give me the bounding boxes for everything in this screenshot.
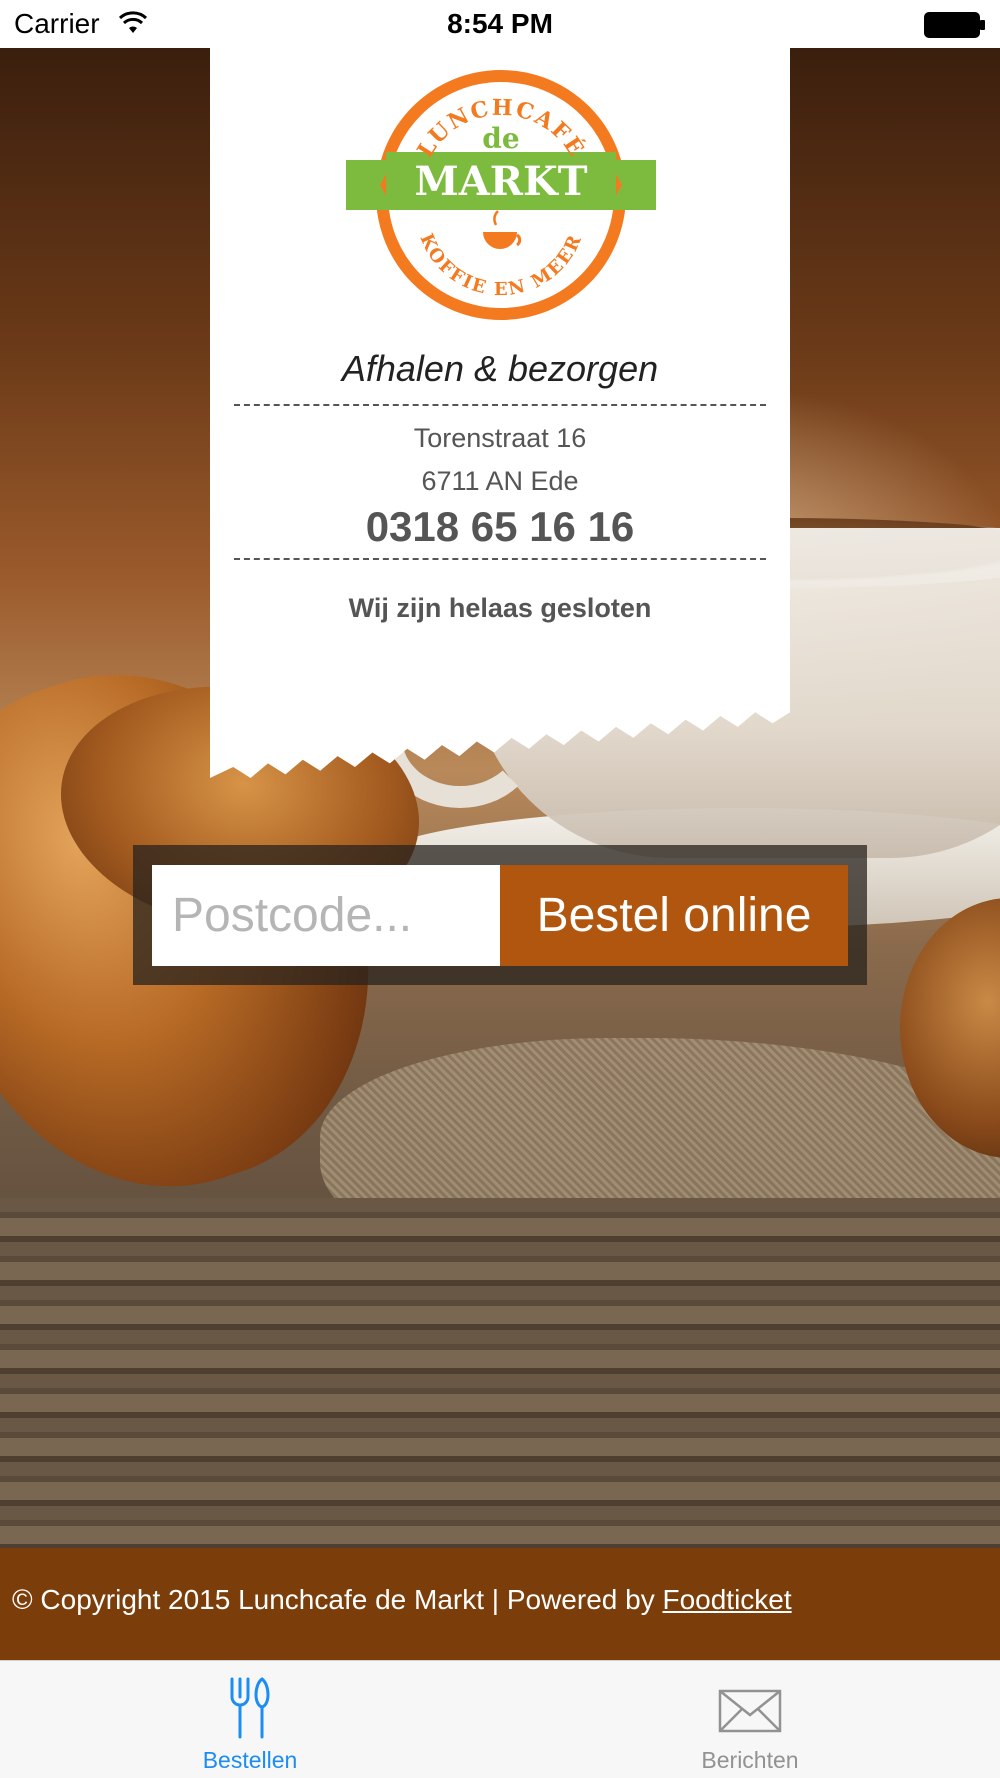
address-city: 6711 AN Ede bbox=[421, 466, 579, 496]
postcode-input[interactable] bbox=[152, 865, 500, 966]
envelope-icon bbox=[718, 1689, 782, 1733]
wooden-table bbox=[0, 1198, 1000, 1548]
lunchcafe-logo: MARKT de LUNCHCAFÉ KOFFIE EN MEER bbox=[346, 70, 656, 320]
status-time: 8:54 PM bbox=[447, 8, 553, 39]
tagline: Afhalen & bezorgen bbox=[341, 348, 659, 389]
fork-knife-icon bbox=[230, 1677, 270, 1739]
dashed-divider bbox=[234, 558, 766, 560]
copyright-text: © Copyright 2015 Lunchcafe de Markt | Po… bbox=[12, 1584, 663, 1615]
tab-bestellen-label: Bestellen bbox=[202, 1747, 298, 1773]
info-receipt-card: MARKT de LUNCHCAFÉ KOFFIE EN MEER Afhale… bbox=[210, 48, 790, 778]
dashed-divider bbox=[234, 404, 766, 406]
logo-markt-text: MARKT bbox=[414, 158, 587, 205]
address-street: Torenstraat 16 bbox=[413, 423, 587, 453]
tab-berichten-label: Berichten bbox=[701, 1747, 799, 1773]
tab-bar: Bestellen Berichten bbox=[0, 1660, 1000, 1778]
opening-status: Wij zijn helaas gesloten bbox=[348, 593, 652, 623]
order-online-button[interactable]: Bestel online bbox=[500, 865, 848, 966]
status-bar: Carrier 8:54 PM bbox=[0, 0, 1000, 48]
foodticket-link[interactable]: Foodticket bbox=[662, 1584, 791, 1615]
footer: © Copyright 2015 Lunchcafe de Markt | Po… bbox=[0, 1548, 1000, 1660]
phone-number[interactable]: 0318 65 16 16 bbox=[210, 503, 790, 551]
logo-de-text: de bbox=[482, 122, 519, 155]
tab-berichten[interactable]: Berichten bbox=[600, 1661, 900, 1778]
battery-icon bbox=[924, 12, 985, 38]
footer-text: © Copyright 2015 Lunchcafe de Markt | Po… bbox=[12, 1584, 792, 1616]
tab-bestellen[interactable]: Bestellen bbox=[100, 1661, 400, 1778]
